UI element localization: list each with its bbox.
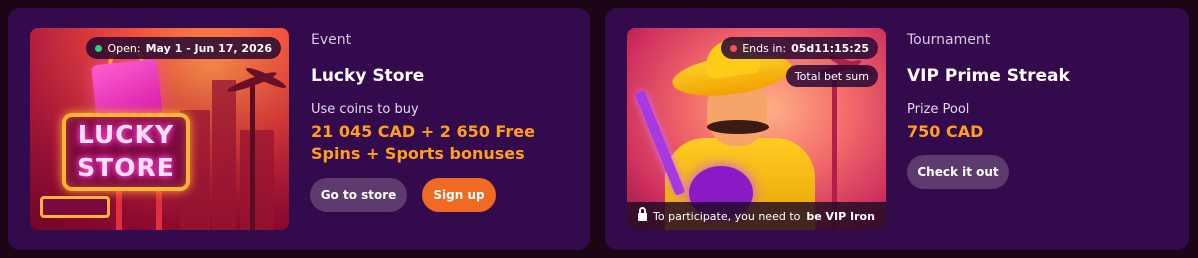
sign-up-button[interactable]: Sign up [422,178,496,212]
sign-text-line1: LUCKY [77,120,175,149]
lucky-store-artwork[interactable]: LUCKY STORE Open: May 1 - Jun 17, 2026 [30,28,289,230]
go-to-store-button[interactable]: Go to store [310,178,407,212]
card-sublabel: Prize Pool [907,102,970,117]
badge-prefix: Open: [107,41,141,55]
tournament-type-tag: Total bet sum [785,65,878,87]
sign-post [156,188,162,230]
card-sublabel: Use coins to buy [311,102,419,117]
badge-dates: May 1 - Jun 17, 2026 [145,41,272,55]
artwork-building [212,80,236,230]
tournament-card: Ends in: 05d11:15:25 Total bet sum To pa… [605,8,1189,250]
prize-pool-value: 750 CAD [907,122,984,141]
card-title: Lucky Store [311,66,425,86]
tag-label: Total bet sum [794,69,869,83]
lock-icon [638,207,648,221]
neon-arrow [40,196,110,218]
vip-requirement-bar: To participate, you need to be VIP Iron [627,202,886,230]
badge-prefix: Ends in: [742,41,787,55]
sign-text-line2: STORE [77,153,175,182]
artwork-building [240,130,274,230]
check-it-out-button[interactable]: Check it out [907,155,1009,189]
card-kind: Tournament [907,32,991,48]
guitar-neck [634,90,686,196]
sign-post [116,188,122,230]
badge-countdown: 05d11:15:25 [791,41,869,55]
event-date-badge: Open: May 1 - Jun 17, 2026 [86,37,281,59]
red-dot-icon [730,44,738,52]
reward-line1: 21 045 CAD + 2 650 Free [311,122,535,141]
reward-line2: Spins + Sports bonuses [311,144,525,163]
tournament-countdown-badge: Ends in: 05d11:15:25 [721,37,878,59]
character-mustache [707,120,769,134]
green-dot-icon [95,44,103,52]
event-card: LUCKY STORE Open: May 1 - Jun 17, 2026 E… [8,8,590,250]
palm-tree [250,83,255,230]
lock-text-bold: be VIP Iron [806,209,875,223]
card-kind: Event [311,32,352,48]
vip-prime-streak-artwork[interactable]: Ends in: 05d11:15:25 Total bet sum To pa… [627,28,886,230]
card-title: VIP Prime Streak [907,66,1070,86]
lock-text: To participate, you need to [653,209,801,223]
